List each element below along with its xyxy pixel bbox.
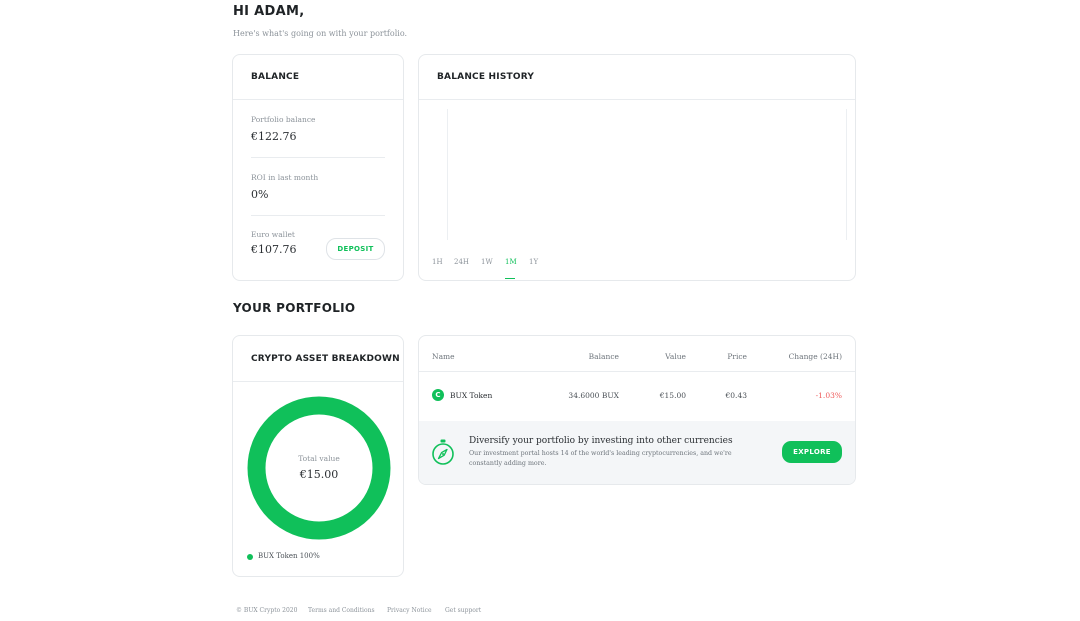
range-tab-1y[interactable]: 1Y <box>529 258 538 266</box>
cell-balance: 34.6000 BUX <box>568 391 619 400</box>
balance-history-card: BALANCE HISTORY <box>418 54 856 281</box>
col-header-change: Change (24H) <box>788 352 842 361</box>
balance-divider <box>251 215 385 216</box>
footer-link-privacy[interactable]: Privacy Notice <box>387 607 432 614</box>
explore-button[interactable]: EXPLORE <box>782 441 842 463</box>
chart-axis-left <box>447 109 448 240</box>
bux-token-icon: C <box>432 389 444 401</box>
cell-value: €15.00 <box>659 391 686 400</box>
col-header-value: Value <box>665 352 686 361</box>
euro-wallet-label: Euro wallet <box>251 230 295 239</box>
col-header-price: Price <box>727 352 747 361</box>
donut-total-label: Total value <box>298 454 340 463</box>
donut-total-value: €15.00 <box>299 468 339 481</box>
cell-change: -1.03% <box>815 391 842 400</box>
euro-wallet-value: €107.76 <box>251 243 297 256</box>
cell-name[interactable]: BUX Token <box>450 391 492 400</box>
chart-axis-right <box>846 109 847 240</box>
roi-label: ROI in last month <box>251 173 319 182</box>
col-header-balance: Balance <box>588 352 619 361</box>
promo-title: Diversify your portfolio by investing in… <box>469 436 733 446</box>
promo-body-line-2: constantly adding more. <box>469 460 547 467</box>
legend-dot <box>247 554 253 560</box>
footer-link-support[interactable]: Get support <box>445 607 481 614</box>
compass-icon <box>432 439 454 465</box>
range-tab-1m[interactable]: 1M <box>505 258 517 266</box>
cell-price: €0.43 <box>725 391 747 400</box>
footer-link-terms[interactable]: Terms and Conditions <box>308 607 375 614</box>
balance-card-title: BALANCE <box>233 55 403 100</box>
promo-body-line-1: Our investment portal hosts 14 of the wo… <box>469 450 732 457</box>
deposit-button[interactable]: DEPOSIT <box>326 238 385 260</box>
col-header-name: Name <box>432 352 455 361</box>
balance-history-title: BALANCE HISTORY <box>419 55 855 100</box>
portfolio-section-title: YOUR PORTFOLIO <box>233 301 356 315</box>
range-tab-24h[interactable]: 24H <box>454 258 469 266</box>
legend-label: BUX Token 100% <box>258 552 320 560</box>
portfolio-balance-label: Portfolio balance <box>251 115 316 124</box>
page-subtitle: Here's what's going on with your portfol… <box>233 29 408 38</box>
roi-value: 0% <box>251 188 269 201</box>
range-tab-1h[interactable]: 1H <box>432 258 443 266</box>
portfolio-balance-value: €122.76 <box>251 130 297 143</box>
footer-copyright: © BUX Crypto 2020 <box>236 607 298 614</box>
balance-divider <box>251 157 385 158</box>
page-title: HI ADAM, <box>233 4 305 19</box>
range-tab-1w[interactable]: 1W <box>481 258 493 266</box>
asset-breakdown-title: CRYPTO ASSET BREAKDOWN <box>233 336 403 382</box>
range-tab-active-indicator <box>505 278 515 279</box>
